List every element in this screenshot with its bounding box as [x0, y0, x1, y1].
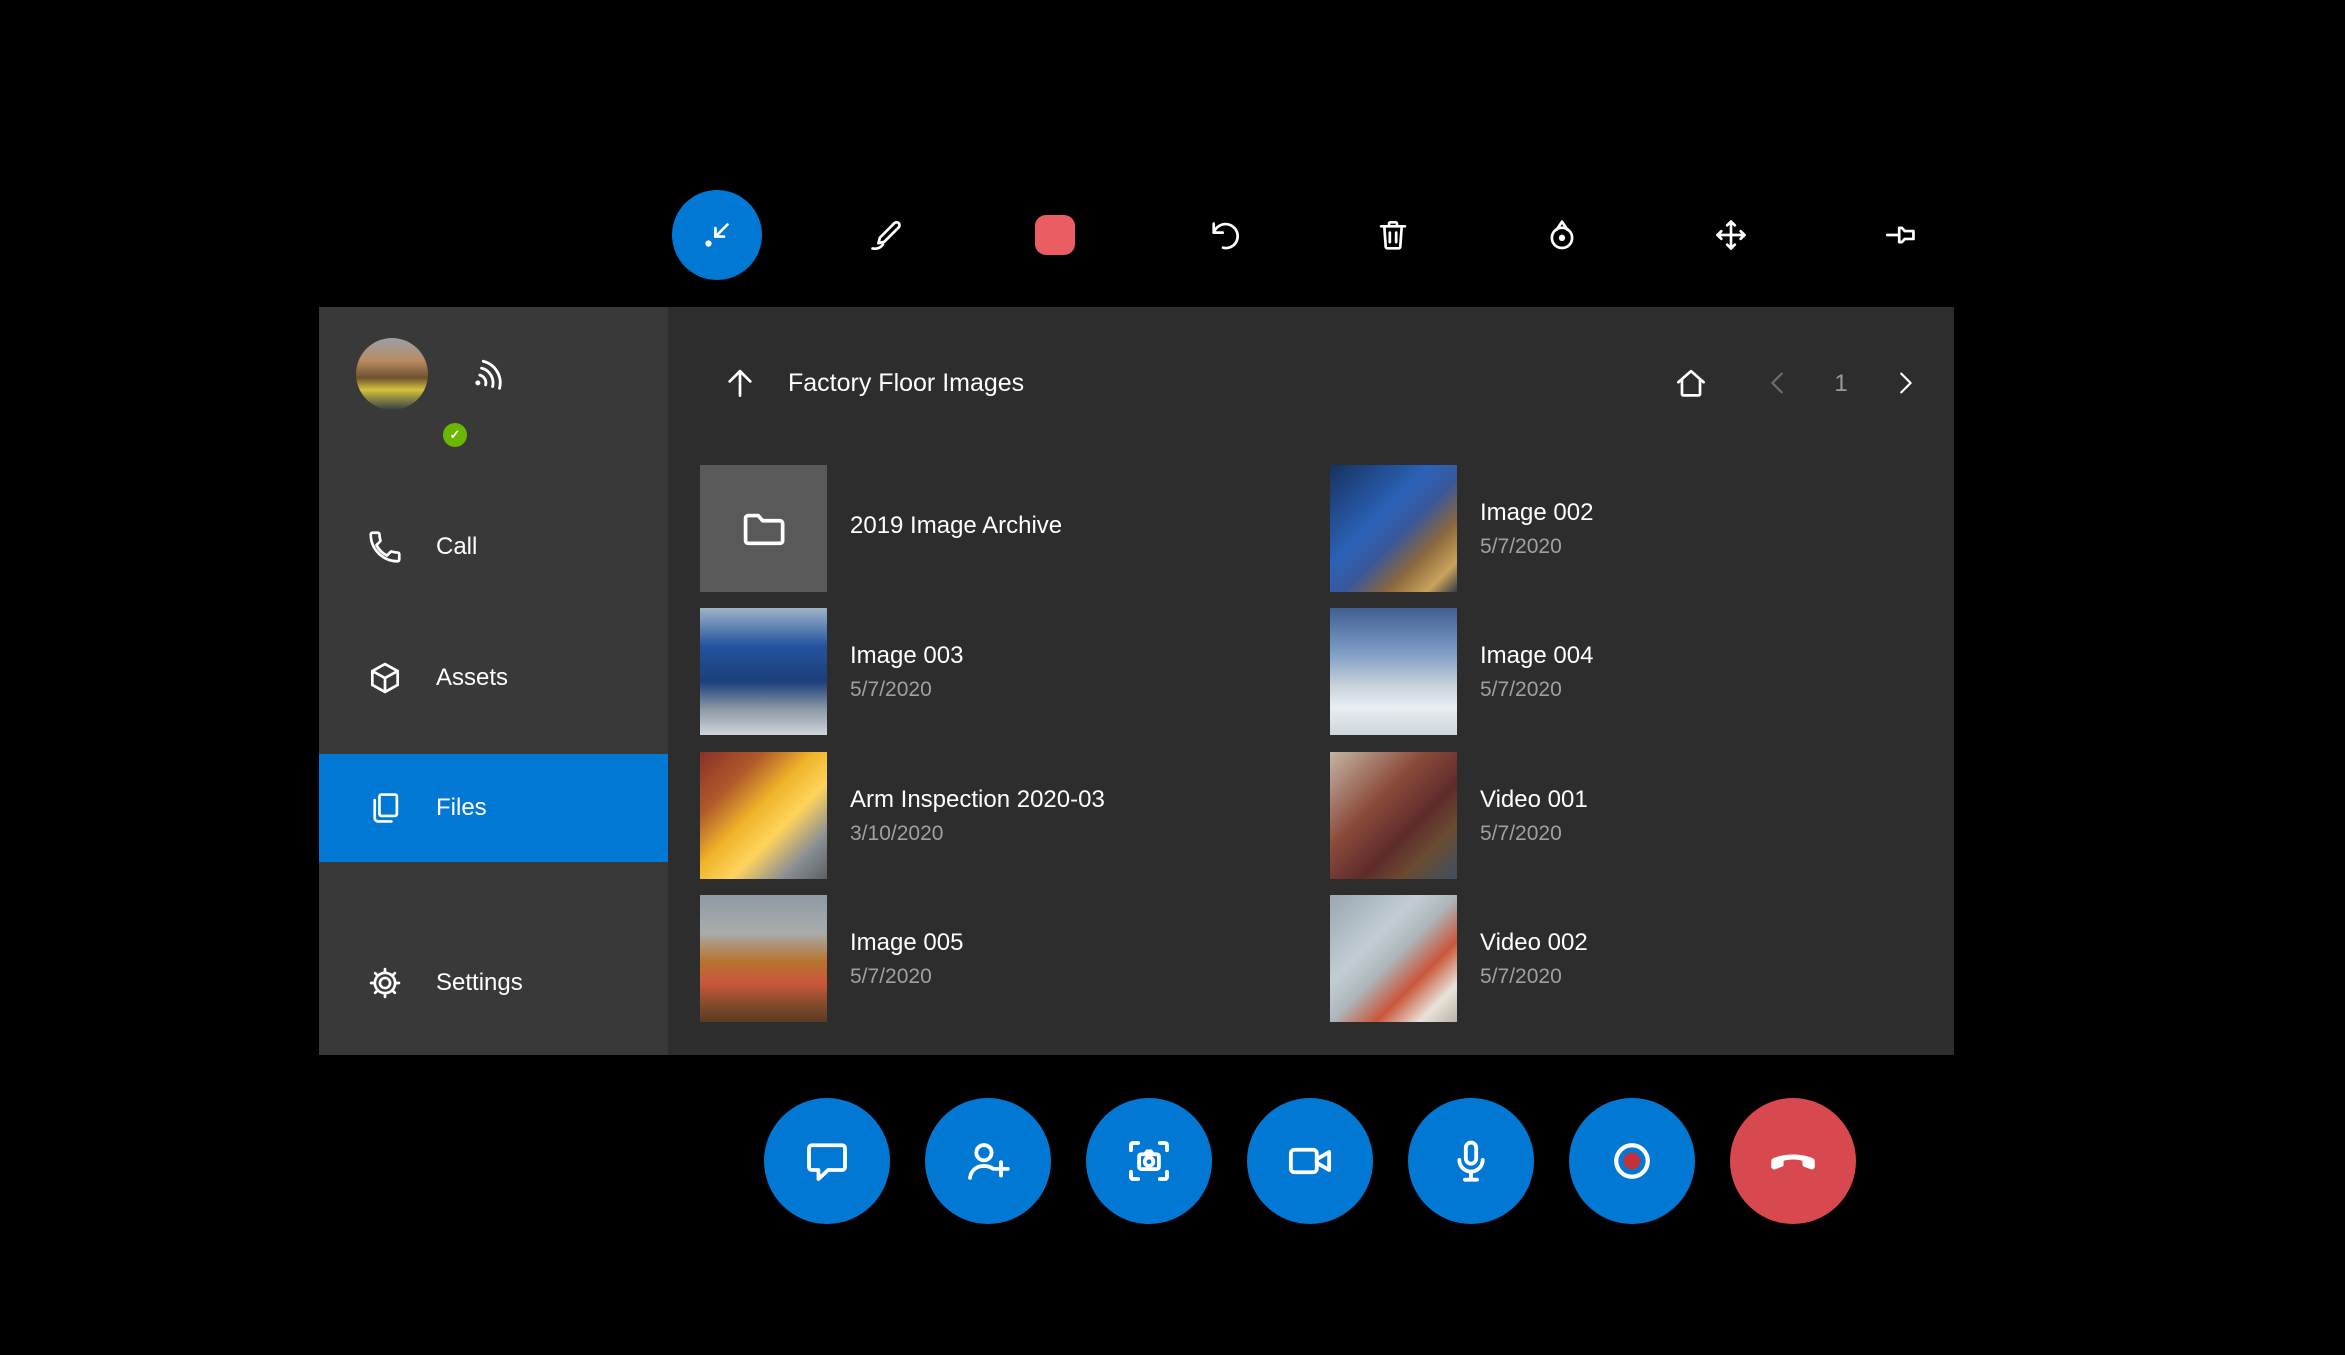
- file-item[interactable]: Image 004 5/7/2020: [1330, 608, 1930, 735]
- file-name: Video 002: [1480, 928, 1588, 956]
- chevron-left-icon: [1771, 372, 1783, 394]
- files-content-panel: Factory Floor Images 1 2019 Image Archiv…: [668, 307, 1954, 1055]
- ink-pen-button[interactable]: [841, 190, 931, 280]
- file-item[interactable]: Image 003 5/7/2020: [700, 608, 1300, 735]
- file-date: 5/7/2020: [1480, 964, 1562, 988]
- file-thumbnail: [1330, 752, 1457, 879]
- trash-icon: [1379, 220, 1407, 250]
- network-signal-icon: [467, 351, 515, 399]
- files-pages-icon: [373, 793, 399, 823]
- chevron-right-icon: [1900, 372, 1912, 394]
- placement-marker-icon: [1550, 220, 1574, 250]
- hang-up-button[interactable]: [1730, 1098, 1856, 1224]
- camera-capture-icon: [1129, 1141, 1169, 1181]
- chat-button[interactable]: [764, 1098, 890, 1224]
- file-date: 5/7/2020: [1480, 534, 1562, 558]
- file-date: 5/7/2020: [1480, 677, 1562, 701]
- phone-icon: [369, 531, 401, 563]
- file-date: 3/10/2020: [850, 821, 944, 845]
- pin-toolbar-button[interactable]: [1855, 190, 1945, 280]
- file-item[interactable]: Image 002 5/7/2020: [1330, 465, 1930, 592]
- sidebar-item-label: Call: [436, 533, 478, 560]
- sidebar: ✓ Call Assets Files Settings: [319, 307, 668, 1055]
- file-thumbnail: [700, 752, 827, 879]
- file-date: 5/7/2020: [1480, 821, 1562, 845]
- add-participant-button[interactable]: [925, 1098, 1051, 1224]
- file-name: Video 001: [1480, 785, 1588, 813]
- color-swatch-button[interactable]: [1010, 190, 1100, 280]
- presence-available-badge: ✓: [440, 420, 470, 450]
- file-item-folder[interactable]: 2019 Image Archive: [700, 465, 1300, 592]
- add-person-icon: [968, 1143, 1010, 1180]
- file-date: 5/7/2020: [850, 677, 932, 701]
- sidebar-item-label: Files: [436, 794, 487, 821]
- file-item[interactable]: Video 001 5/7/2020: [1330, 752, 1930, 879]
- video-camera-button[interactable]: [1247, 1098, 1373, 1224]
- microphone-icon: [1457, 1140, 1485, 1182]
- undo-button[interactable]: [1179, 190, 1269, 280]
- file-name: Image 003: [850, 641, 964, 669]
- collapse-arrow-icon: [705, 223, 729, 247]
- video-camera-icon: [1288, 1147, 1332, 1175]
- sidebar-item-settings[interactable]: Settings: [319, 929, 668, 1037]
- annotation-toolbar: [672, 190, 1945, 280]
- photo-capture-button[interactable]: [1086, 1098, 1212, 1224]
- sidebar-item-label: Settings: [436, 969, 523, 996]
- ink-pen-icon: [871, 220, 901, 251]
- folder-icon: [743, 513, 784, 545]
- move-arrows-icon: [1716, 220, 1746, 250]
- file-item[interactable]: Video 002 5/7/2020: [1330, 895, 1930, 1022]
- up-arrow-icon: [728, 369, 752, 398]
- file-thumbnail: [700, 895, 827, 1022]
- user-avatar[interactable]: ✓: [356, 338, 470, 450]
- color-swatch-icon: [1035, 215, 1075, 255]
- file-item[interactable]: Arm Inspection 2020-03 3/10/2020: [700, 752, 1300, 879]
- hang-up-icon: [1771, 1154, 1815, 1170]
- navigate-up-button[interactable]: [716, 359, 764, 407]
- call-control-bar: [764, 1098, 1856, 1224]
- file-thumbnail: [1330, 895, 1457, 1022]
- pin-icon: [1885, 226, 1915, 244]
- file-item[interactable]: Image 005 5/7/2020: [700, 895, 1300, 1022]
- file-date: 5/7/2020: [850, 964, 932, 988]
- chat-icon: [807, 1143, 847, 1181]
- record-icon: [1614, 1143, 1650, 1179]
- file-thumbnail: [1330, 608, 1457, 735]
- move-toolbar-button[interactable]: [1686, 190, 1776, 280]
- folder-thumbnail: [700, 465, 827, 592]
- file-name: Image 002: [1480, 498, 1594, 526]
- collapse-toolbar-button[interactable]: [672, 190, 762, 280]
- file-name: 2019 Image Archive: [850, 512, 1063, 539]
- sidebar-item-assets[interactable]: Assets: [319, 624, 668, 732]
- home-icon: [1676, 369, 1706, 397]
- gear-icon: [369, 967, 401, 999]
- file-thumbnail: [700, 608, 827, 735]
- file-name: Arm Inspection 2020-03: [850, 785, 1105, 813]
- file-thumbnail: [1330, 465, 1457, 592]
- placement-marker-button[interactable]: [1517, 190, 1607, 280]
- record-button[interactable]: [1569, 1098, 1695, 1224]
- sidebar-item-files[interactable]: Files: [319, 754, 668, 862]
- assets-box-icon: [370, 662, 400, 694]
- file-name: Image 004: [1480, 641, 1594, 669]
- microphone-button[interactable]: [1408, 1098, 1534, 1224]
- undo-icon: [1212, 222, 1239, 250]
- home-button[interactable]: [1668, 360, 1714, 406]
- delete-button[interactable]: [1348, 190, 1438, 280]
- remote-assist-screen: { "toolbar": { "buttons": [ {"icon": "co…: [0, 0, 2345, 1355]
- next-page-button[interactable]: [1885, 363, 1925, 403]
- folder-title: Factory Floor Images: [788, 369, 1025, 397]
- file-browser-window: ✓ Call Assets Files Settings Factory Flo…: [319, 307, 1954, 1055]
- file-name: Image 005: [850, 928, 964, 956]
- page-number: 1: [1834, 370, 1848, 397]
- sidebar-item-call[interactable]: Call: [319, 493, 668, 601]
- sidebar-item-label: Assets: [436, 664, 509, 691]
- previous-page-button[interactable]: [1758, 363, 1798, 403]
